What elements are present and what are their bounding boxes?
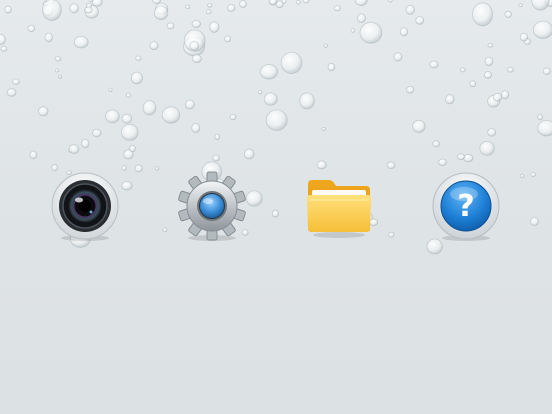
home-screen: ? [0, 0, 552, 414]
help-glyph: ? [457, 189, 474, 224]
question-mark-icon: ? [432, 172, 500, 241]
icon-dock: ? [0, 0, 552, 414]
settings-app-icon[interactable] [176, 170, 248, 242]
camera-lens-icon [51, 172, 119, 241]
folder-icon [307, 180, 371, 238]
gear-icon [178, 171, 246, 241]
camera-app-icon[interactable] [49, 170, 121, 242]
help-app-icon[interactable]: ? [430, 170, 502, 242]
files-app-icon[interactable] [303, 170, 375, 242]
